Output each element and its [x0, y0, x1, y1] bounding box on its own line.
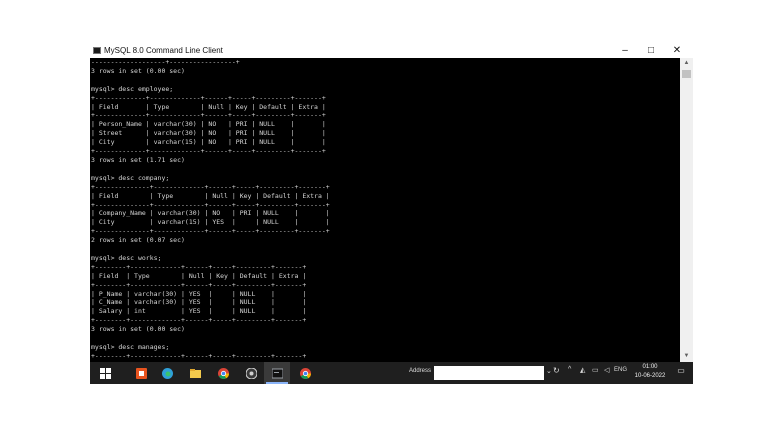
active-indicator [266, 382, 288, 384]
notifications-icon[interactable]: ▭ [674, 366, 688, 380]
start-button[interactable] [92, 362, 118, 384]
chrome-icon [218, 368, 229, 379]
obs-icon [246, 368, 257, 379]
refresh-icon[interactable]: ↻ [553, 366, 560, 375]
mysql-console-window[interactable]: MySQL 8.0 Command Line Client – □ ✕ ----… [90, 44, 693, 362]
console-output[interactable]: -------------------+-----------------+ 3… [90, 58, 680, 362]
scrollbar-thumb[interactable] [682, 70, 691, 78]
mysql-console-icon [272, 368, 283, 379]
edge-taskbar-button[interactable] [154, 362, 180, 384]
mysql-console-taskbar-button[interactable] [264, 362, 290, 384]
file-explorer-taskbar-button[interactable] [182, 362, 208, 384]
edge-icon [162, 368, 173, 379]
console-text: -------------------+-----------------+ 3… [91, 58, 330, 360]
clock-time[interactable]: 01:00 [630, 364, 670, 370]
office-taskbar-button[interactable] [128, 362, 154, 384]
clock-date[interactable]: 10-06-2022 [626, 373, 674, 379]
obs-taskbar-button[interactable] [238, 362, 264, 384]
address-toolbar-label: Address [409, 368, 432, 374]
file-explorer-icon [190, 369, 201, 378]
battery-icon[interactable]: ▭ [592, 366, 599, 374]
taskbar: Address ⌄ ↻ ^ ◭ ▭ ◁ ENG 01:00 10-06-2022… [90, 362, 693, 384]
title-bar[interactable]: MySQL 8.0 Command Line Client – □ ✕ [90, 44, 693, 58]
minimize-button[interactable]: – [612, 44, 638, 58]
network-icon[interactable]: ◭ [580, 366, 585, 374]
scroll-up-arrow-icon[interactable]: ▲ [680, 58, 693, 69]
chrome-profile-icon [300, 368, 311, 379]
tray-chevron-icon[interactable]: ^ [568, 366, 571, 373]
window-title: MySQL 8.0 Command Line Client [104, 46, 223, 55]
maximize-button[interactable]: □ [638, 44, 664, 58]
address-dropdown-icon[interactable]: ⌄ [546, 367, 552, 375]
windows-logo-icon [100, 368, 111, 379]
vertical-scrollbar[interactable]: ▲ ▼ [680, 58, 693, 362]
chrome-profile-taskbar-button[interactable] [292, 362, 318, 384]
office-icon [136, 368, 147, 379]
scroll-down-arrow-icon[interactable]: ▼ [680, 351, 693, 362]
volume-icon[interactable]: ◁ [604, 366, 609, 374]
close-button[interactable]: ✕ [664, 44, 690, 58]
address-input[interactable] [434, 366, 544, 380]
chrome-taskbar-button[interactable] [210, 362, 236, 384]
console-app-icon [93, 47, 101, 54]
